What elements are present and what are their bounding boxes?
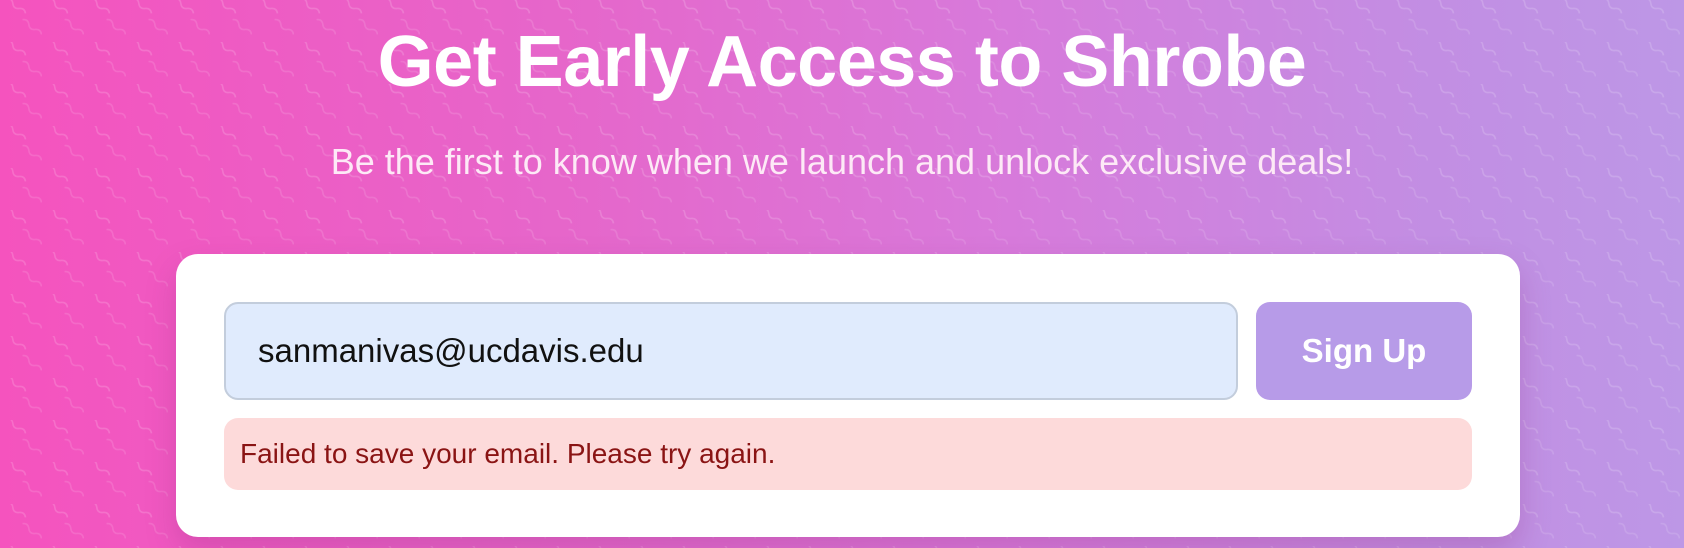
- sign-up-button[interactable]: Sign Up: [1256, 302, 1472, 400]
- page-title: Get Early Access to Shrobe: [377, 22, 1307, 102]
- error-alert: Failed to save your email. Please try ag…: [224, 418, 1472, 490]
- signup-card: Sign Up Failed to save your email. Pleas…: [176, 254, 1520, 537]
- error-message: Failed to save your email. Please try ag…: [240, 438, 776, 469]
- page-subtitle: Be the first to know when we launch and …: [330, 141, 1354, 182]
- email-input[interactable]: [224, 302, 1238, 400]
